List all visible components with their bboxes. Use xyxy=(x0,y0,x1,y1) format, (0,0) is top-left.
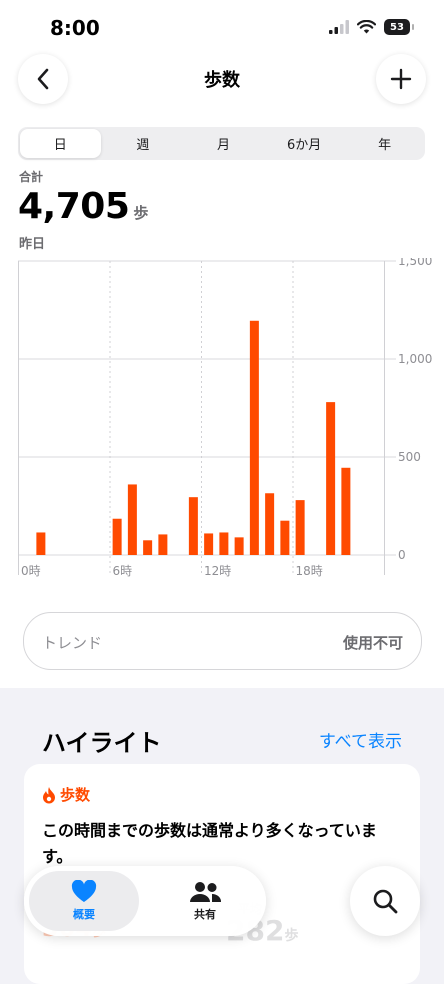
bar xyxy=(249,320,259,555)
bar xyxy=(295,500,305,555)
bar xyxy=(265,493,275,555)
bar xyxy=(326,402,336,555)
period-segmented-control: 日 週 月 6か月 年 xyxy=(18,127,425,160)
add-data-button[interactable] xyxy=(376,54,426,104)
total-label: 合計 xyxy=(19,170,44,184)
segment-day[interactable]: 日 xyxy=(20,129,101,158)
highlights-title: ハイライト xyxy=(42,729,162,757)
trend-value: 使用不可 xyxy=(342,634,403,652)
total-steps: 4,705 歩 xyxy=(18,186,148,227)
bar xyxy=(158,534,168,555)
segment-year[interactable]: 年 xyxy=(344,127,425,160)
search-button[interactable] xyxy=(350,866,420,936)
steps-bar-chart[interactable]: 0 500 1,000 1,500 0時 6時 12時 18時 xyxy=(18,258,444,583)
tab-summary[interactable]: 概要 xyxy=(29,871,139,931)
highlight-text: この時間までの歩数は通常より多くなっています。 xyxy=(42,821,377,866)
status-icons: 53 xyxy=(329,19,414,35)
bar xyxy=(112,518,122,555)
tab-bar: 概要 共有 xyxy=(24,866,266,936)
bar xyxy=(280,520,290,555)
plus-icon xyxy=(390,68,412,90)
x-tick-label: 18時 xyxy=(296,564,323,578)
show-all-link[interactable]: すべて表示 xyxy=(319,727,402,752)
highlight-card-header: 歩数 xyxy=(42,784,90,805)
y-tick-label: 1,000 xyxy=(398,352,432,366)
total-steps-value: 4,705 xyxy=(18,186,130,227)
segment-six-months[interactable]: 6か月 xyxy=(264,127,345,160)
x-tick-label: 0時 xyxy=(21,564,41,578)
segment-month[interactable]: 月 xyxy=(183,127,264,160)
battery-icon: 53 xyxy=(384,19,414,35)
tab-sharing[interactable]: 共有 xyxy=(150,871,260,931)
bar xyxy=(143,540,153,555)
heart-icon xyxy=(71,880,97,902)
x-tick-label: 6時 xyxy=(113,564,133,578)
segment-week[interactable]: 週 xyxy=(103,127,184,160)
bar xyxy=(127,484,137,555)
tab-summary-label: 概要 xyxy=(73,908,95,921)
trend-card[interactable]: トレンド 使用不可 xyxy=(23,612,422,670)
bar xyxy=(204,533,214,555)
date-label: 昨日 xyxy=(19,237,46,252)
bar xyxy=(36,532,46,555)
wifi-icon xyxy=(357,20,376,34)
total-steps-unit: 歩 xyxy=(133,204,148,222)
highlight-average-unit: 歩 xyxy=(284,928,299,944)
bar xyxy=(219,532,229,555)
bar xyxy=(188,497,198,555)
bar xyxy=(234,537,244,555)
highlight-card-title: 歩数 xyxy=(60,786,91,804)
y-tick-label: 1,500 xyxy=(398,258,432,268)
x-tick-label: 12時 xyxy=(204,564,231,578)
bar xyxy=(341,467,351,555)
people-icon xyxy=(190,881,222,902)
status-bar: 8:00 53 xyxy=(0,0,444,56)
status-time: 8:00 xyxy=(50,16,100,40)
y-tick-label: 0 xyxy=(398,548,406,562)
tab-sharing-label: 共有 xyxy=(194,907,216,921)
search-icon xyxy=(373,889,398,914)
flame-icon xyxy=(43,786,55,803)
trend-label: トレンド xyxy=(42,634,103,652)
cellular-signal-icon xyxy=(329,20,349,34)
y-tick-label: 500 xyxy=(398,450,421,464)
